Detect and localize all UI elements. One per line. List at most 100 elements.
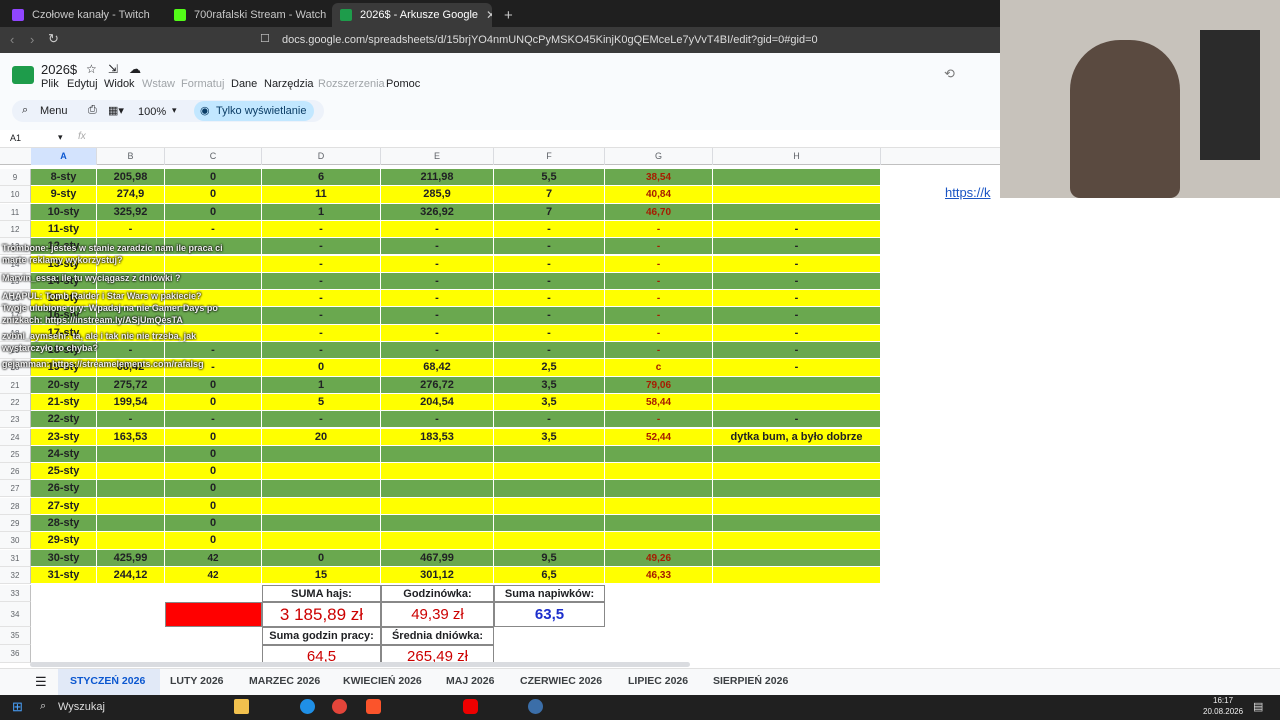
cell-c[interactable]: 0 [165,376,262,394]
cell-f[interactable]: - [494,324,605,342]
row-header[interactable]: 25 [0,445,31,463]
row-header[interactable]: 30 [0,532,31,550]
cell-d[interactable]: - [262,324,381,342]
row-header[interactable]: 28 [0,497,31,515]
cell-e[interactable]: - [381,290,494,308]
row-header[interactable]: 9 [0,169,31,186]
cell-g[interactable] [605,515,713,533]
cell-g[interactable]: - [605,342,713,360]
cell-f[interactable]: 7 [494,186,605,204]
cell-d[interactable]: - [262,342,381,360]
row-header[interactable]: 11 [0,203,31,221]
cell-g[interactable]: - [605,220,713,239]
row-header[interactable]: 23 [0,411,31,429]
move-icon[interactable]: ⇲ [108,62,118,76]
godziny-value[interactable]: 64,5 [262,645,381,663]
history-icon[interactable]: ⟲ [944,66,955,82]
cell-f[interactable]: - [494,307,605,325]
cell-d[interactable]: 1 [262,376,381,394]
sheet-tab-luty[interactable]: LUTY 2026 [170,675,224,687]
dniowka-value[interactable]: 265,49 zł [381,645,494,663]
row-header[interactable]: 12 [0,220,31,238]
cell-c[interactable]: 0 [165,463,262,481]
row-header[interactable]: 32 [0,566,31,584]
col-header-h[interactable]: H [713,148,881,165]
col-header-f[interactable]: F [494,148,605,165]
back-icon[interactable]: ‹ [10,32,14,47]
cell-h[interactable] [713,480,881,498]
cell-a[interactable]: 20-sty [31,376,97,394]
cell-e[interactable]: 285,9 [381,186,494,204]
cell-g[interactable] [605,497,713,515]
forward-icon[interactable]: › [30,32,34,47]
cell-h[interactable] [713,532,881,550]
browser-tab-kick[interactable]: 700rafalski Stream - Watch Live on Ki [166,3,328,27]
cell-f[interactable]: 2,5 [494,359,605,377]
cell-h[interactable] [713,393,881,412]
cell-b[interactable]: 325,92 [97,203,165,221]
new-tab-button[interactable]: + [496,3,516,27]
cell-c[interactable]: 0 [165,393,262,412]
cell-e[interactable]: 301,12 [381,566,494,585]
name-box[interactable]: A1 [10,133,21,143]
browser-tab-sheets[interactable]: 2026$ - Arkusze Google ✕ [332,3,492,27]
cell-h[interactable]: - [713,324,881,342]
cell-b[interactable]: - [97,411,165,429]
sheet-tab-kwiecien[interactable]: KWIECIEŃ 2026 [343,675,422,687]
cell-g[interactable]: 49,26 [605,549,713,567]
cell-e[interactable]: 276,72 [381,376,494,394]
col-header-e[interactable]: E [381,148,494,165]
cell-g[interactable]: - [605,411,713,429]
cell-e[interactable]: - [381,220,494,239]
cell-d[interactable] [262,532,381,550]
row-header[interactable]: 10 [0,186,31,204]
cell-e[interactable]: 68,42 [381,359,494,377]
cell-b[interactable]: 425,99 [97,549,165,567]
search-icon[interactable]: ⌕ [22,104,28,117]
col-header-b[interactable]: B [97,148,165,165]
sheet-tab-sierpien[interactable]: SIERPIEŃ 2026 [713,675,788,687]
cell-h[interactable]: - [713,307,881,325]
cell-h[interactable] [713,566,881,585]
cell-c[interactable]: 0 [165,515,262,533]
horizontal-scrollbar[interactable] [30,662,690,667]
cell-f[interactable]: 3,5 [494,428,605,446]
cell-d[interactable]: - [262,255,381,273]
cell-b[interactable]: 163,53 [97,428,165,446]
cell-a[interactable]: 11-sty [31,220,97,239]
cell-c[interactable]: 42 [165,566,262,585]
cell-c[interactable]: 0 [165,186,262,204]
cell-a[interactable]: 24-sty [31,445,97,464]
cell-h[interactable]: - [713,411,881,429]
cell-b[interactable]: 244,12 [97,566,165,585]
cell-f[interactable]: 9,5 [494,549,605,567]
cell-e[interactable]: - [381,255,494,273]
cell-b[interactable] [97,532,165,550]
cell-g[interactable] [605,480,713,498]
name-box-dropdown-icon[interactable]: ▾ [58,132,63,143]
cell-h[interactable] [713,445,881,464]
edge-icon[interactable] [300,699,315,714]
cell-f[interactable] [494,480,605,498]
all-sheets-icon[interactable]: ☰ [35,674,47,690]
cell-a[interactable]: 26-sty [31,480,97,498]
cell-f[interactable]: 3,5 [494,393,605,412]
row-header[interactable]: 36 [0,645,31,663]
cell-d[interactable]: 15 [262,566,381,585]
taskbar-search-icon[interactable]: ⌕ [40,700,46,713]
cell-d[interactable]: 11 [262,186,381,204]
cell-b[interactable] [97,463,165,481]
zoom-select[interactable]: 100% [138,106,166,118]
cell-c[interactable]: - [165,220,262,239]
cell-f[interactable]: - [494,342,605,360]
menu-edit[interactable]: Edytuj [67,78,98,90]
cell-g[interactable]: 58,44 [605,393,713,412]
row-header[interactable]: 33 [0,585,31,602]
cell-a[interactable]: 10-sty [31,203,97,221]
col-header-c[interactable]: C [165,148,262,165]
close-tab-icon[interactable]: ✕ [478,8,492,22]
cell-g[interactable]: - [605,307,713,325]
cell-a[interactable]: 9-sty [31,186,97,204]
cell-e[interactable] [381,463,494,481]
cell-d[interactable] [262,515,381,533]
